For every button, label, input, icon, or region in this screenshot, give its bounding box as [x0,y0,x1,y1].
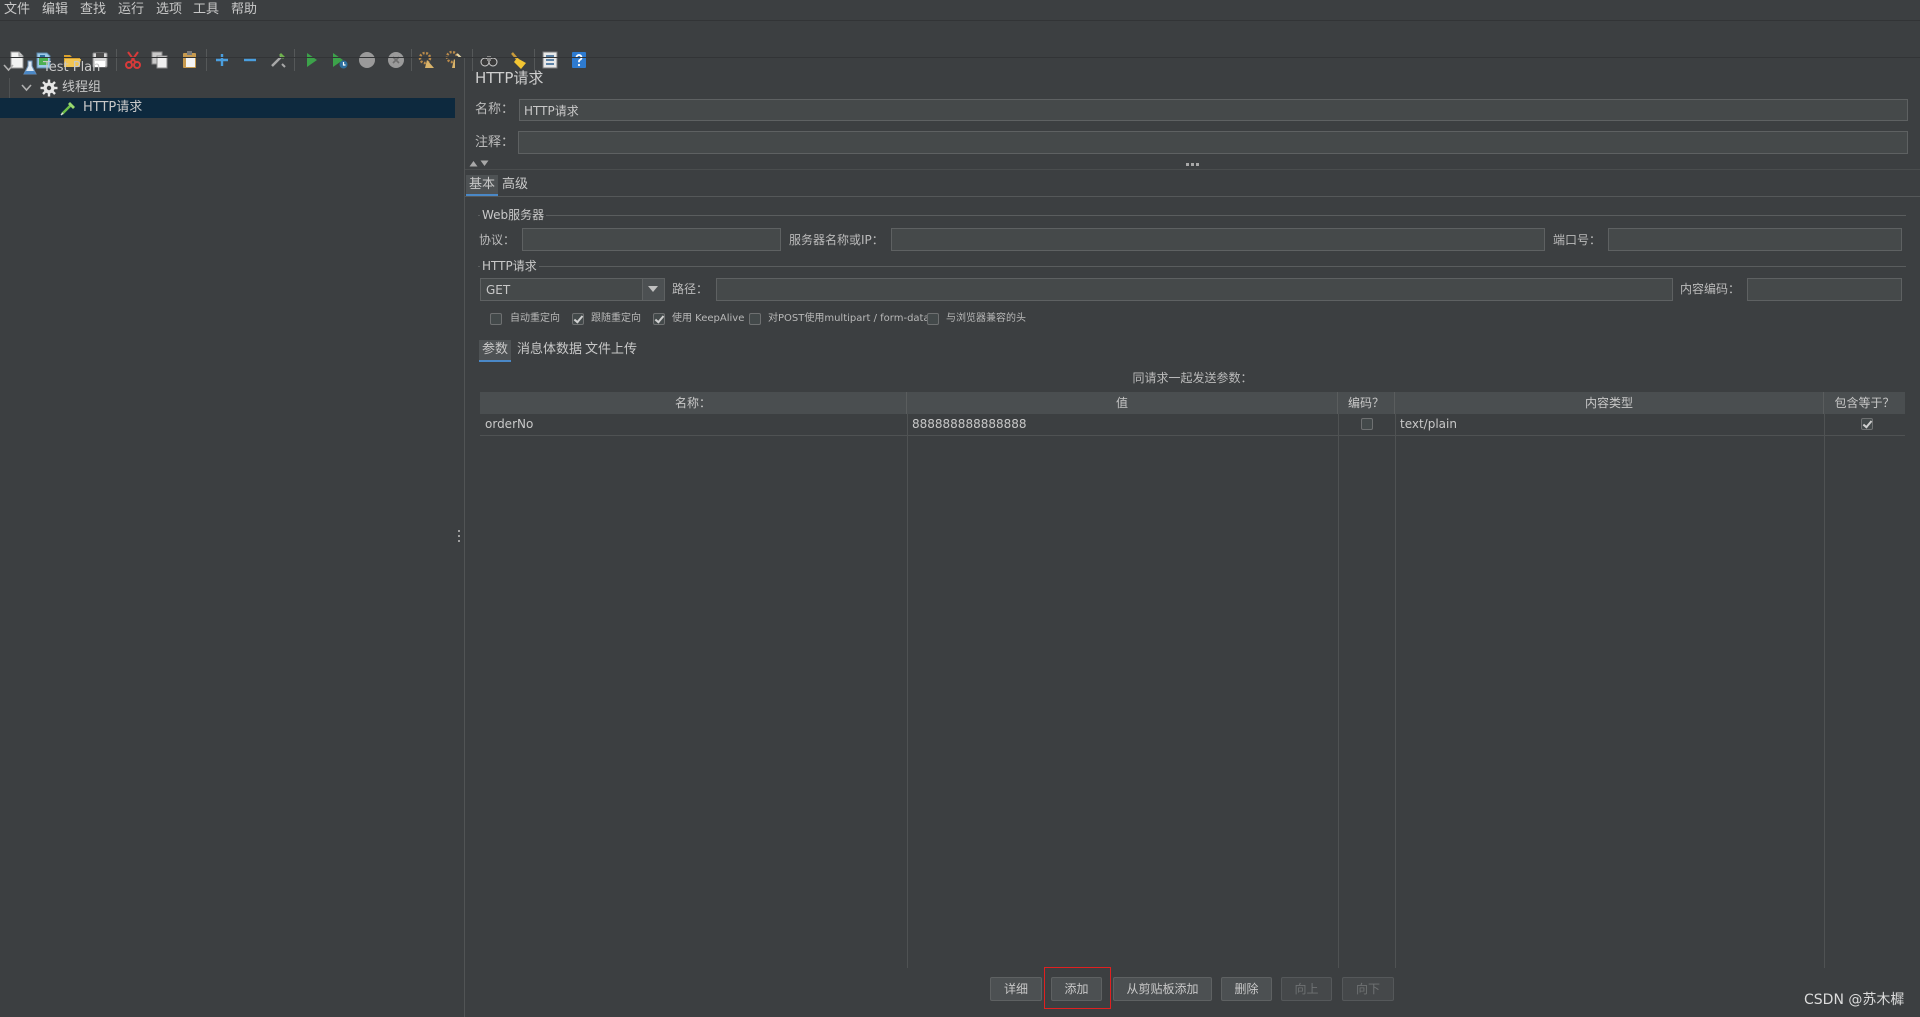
toolbar-separator [534,49,535,71]
panel-border [464,58,465,1017]
follow-redirect-checkbox[interactable] [572,313,584,325]
server-label: 服务器名称或IP： [789,233,884,247]
column-divider [907,414,908,968]
tree-node-thread-group[interactable]: 线程组 [0,78,455,98]
column-header-encode[interactable]: 编码？ [1338,392,1395,414]
encode-checkbox[interactable] [1361,418,1373,430]
column-divider [1395,414,1396,968]
column-header-include-equals[interactable]: 包含等于？ [1824,392,1905,414]
method-value: GET [486,283,511,297]
menu-help[interactable]: 帮助 [231,2,257,18]
menu-tools[interactable]: 工具 [193,2,219,18]
server-field[interactable] [891,228,1545,251]
tabs-underline [465,196,1920,197]
tree-label: HTTP请求 [83,100,143,115]
help-icon[interactable] [567,48,591,72]
collapse-up-icon[interactable] [469,160,478,167]
params-table: 名称： 值 编码？ 内容类型 包含等于？ orderNo 88888888888… [480,392,1905,968]
splitter-line [465,169,1920,170]
group-border [478,215,1906,216]
flask-icon [23,60,37,75]
port-label: 端口号： [1553,233,1602,247]
table-row[interactable]: orderNo 888888888888888 text/plain [480,414,1905,436]
tree-node-http-request[interactable]: HTTP请求 [0,98,455,118]
toolbar-separator [472,49,473,71]
tab-body-data[interactable]: 消息体数据 [514,340,585,362]
protocol-field[interactable] [522,228,781,251]
jmeter-window: 文件 编辑 查找 运行 选项 工具 帮助 Test Plan 线程组 HTTP请… [0,0,1920,1017]
follow-redirect-label: 跟随重定向 [591,313,641,324]
column-header-name[interactable]: 名称： [480,392,907,414]
watermark: CSDN @苏木樨 [1804,992,1905,1008]
params-caption: 同请求一起发送参数： [1132,371,1253,385]
tab-file-upload[interactable]: 文件上传 [582,340,640,362]
multipart-label: 对POST使用multipart / form-data [768,313,930,324]
path-label: 路径： [672,282,709,296]
browser-compatible-headers-label: 与浏览器兼容的头 [946,313,1026,324]
web-server-legend: Web服务器 [480,207,547,223]
chevron-down-icon[interactable] [3,63,14,73]
name-field[interactable] [519,99,1908,121]
comment-field[interactable] [518,131,1908,154]
tab-parameters[interactable]: 参数 [479,340,512,362]
tree-label: 线程组 [62,80,102,95]
method-select[interactable]: GET [480,278,665,301]
highlight-box [1044,967,1111,1009]
tree-node-test-plan[interactable]: Test Plan [0,58,455,78]
divider-grip [458,530,460,532]
add-from-clipboard-button[interactable]: 从剪贴板添加 [1113,977,1212,1001]
browser-compatible-headers-checkbox[interactable] [927,313,939,325]
chevron-down-icon[interactable] [21,83,32,93]
param-value-cell[interactable]: 888888888888888 [907,414,1338,435]
protocol-label: 协议： [479,233,516,247]
page-title: HTTP请求 [475,69,544,87]
menu-run[interactable]: 运行 [118,2,144,18]
split-divider[interactable] [455,58,464,1017]
splitter-handle[interactable] [1186,163,1200,166]
content-type-cell[interactable]: text/plain [1395,414,1824,435]
tab-basic[interactable]: 基本 [466,175,499,196]
auto-redirect-checkbox[interactable] [490,313,502,325]
multipart-checkbox[interactable] [749,313,761,325]
name-label: 名称： [475,102,515,117]
detail-button[interactable]: 详细 [990,977,1042,1001]
keepalive-checkbox[interactable] [653,313,665,325]
gear-icon [40,79,58,97]
pipette-icon [60,102,75,116]
encoding-field[interactable] [1747,278,1902,301]
column-divider [1338,414,1339,968]
keepalive-label: 使用 KeepAlive [672,313,745,324]
column-divider [1824,414,1825,968]
port-field[interactable] [1608,228,1902,251]
http-request-legend: HTTP请求 [480,258,539,274]
menu-edit[interactable]: 编辑 [42,2,68,18]
auto-redirect-label: 自动重定向 [510,313,560,324]
param-name-cell[interactable]: orderNo [480,414,907,435]
collapse-down-icon[interactable] [480,160,489,167]
divider-grip [458,535,460,537]
tab-advanced[interactable]: 高级 [499,175,531,196]
tree-label: Test Plan [43,60,101,75]
encoding-label: 内容编码： [1680,282,1741,296]
include-equals-checkbox[interactable] [1861,418,1873,430]
menu-bar: 文件 编辑 查找 运行 选项 工具 帮助 [0,0,1920,20]
move-up-button[interactable]: 向上 [1281,977,1332,1001]
column-header-value[interactable]: 值 [907,392,1338,414]
dropdown-button[interactable] [642,279,664,300]
comment-label: 注释： [475,135,515,150]
menu-search[interactable]: 查找 [80,2,106,18]
menu-file[interactable]: 文件 [4,2,30,18]
test-plan-tree: Test Plan 线程组 HTTP请求 [0,58,455,1017]
menu-options[interactable]: 选项 [156,2,182,18]
group-border [478,266,1906,267]
path-field[interactable] [716,278,1673,301]
divider-grip [458,540,460,542]
delete-button[interactable]: 删除 [1221,977,1272,1001]
chevron-down-icon [648,286,658,292]
toolbar [0,21,1920,71]
column-header-content-type[interactable]: 内容类型 [1395,392,1824,414]
move-down-button[interactable]: 向下 [1342,977,1394,1001]
